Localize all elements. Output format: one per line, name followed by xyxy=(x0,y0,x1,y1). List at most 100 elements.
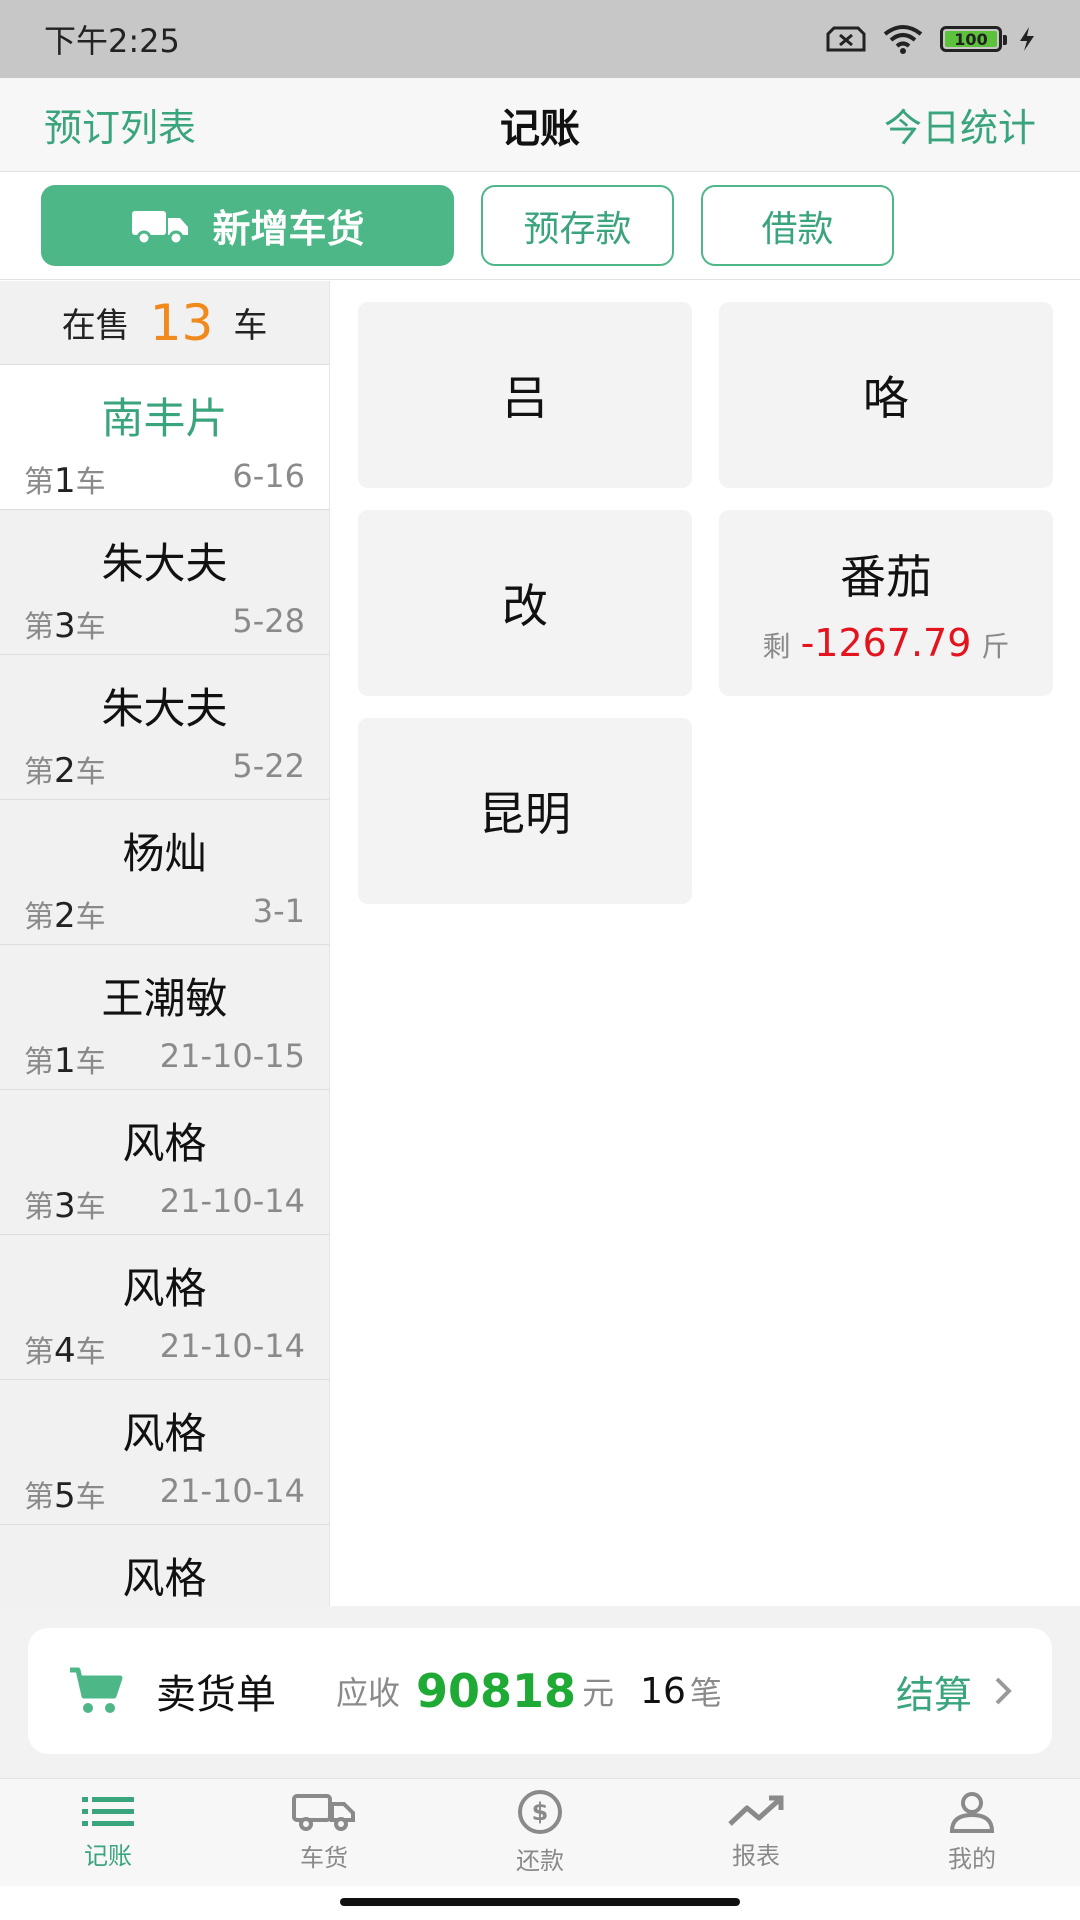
truck-list-item[interactable]: 风格 第4车 21-10-14 xyxy=(0,1235,329,1380)
remain-label: 剩 xyxy=(762,630,791,663)
truck-date: 3-1 xyxy=(252,892,305,930)
truck-number-suffix: 车 xyxy=(75,1335,106,1370)
truck-owner-name: 风格 xyxy=(122,1119,207,1168)
action-bar: 新增车货 预存款 借款 xyxy=(0,172,1080,280)
tab-label: 车货 xyxy=(300,1844,348,1872)
truck-number-suffix: 车 xyxy=(75,465,106,500)
remain-value: -1267.79 xyxy=(800,621,972,665)
truck-owner-name: 风格 xyxy=(122,1554,207,1603)
booking-list-link[interactable]: 预订列表 xyxy=(44,97,196,152)
truck-number-suffix: 车 xyxy=(75,1480,106,1515)
truck-list-item[interactable]: 王潮敏 第1车 21-10-15 xyxy=(0,945,329,1090)
loan-button[interactable]: 借款 xyxy=(701,185,894,266)
deposit-button[interactable]: 预存款 xyxy=(481,185,674,266)
product-name: 昆明 xyxy=(479,787,571,841)
home-indicator[interactable] xyxy=(340,1898,740,1906)
truck-number-prefix: 第 xyxy=(24,610,54,645)
truck-list-item[interactable]: 杨灿 第2车 3-1 xyxy=(0,800,329,945)
product-tile[interactable]: 咯 xyxy=(719,302,1053,488)
tab-repayment[interactable]: $ 还款 xyxy=(432,1779,648,1886)
tab-trucks[interactable]: 车货 xyxy=(216,1779,432,1886)
truck-number-suffix: 车 xyxy=(75,900,106,935)
truck-number-value: 5 xyxy=(54,1476,76,1516)
battery-icon: 100 xyxy=(940,26,1007,52)
settle-label: 结算 xyxy=(895,1672,972,1717)
truck-date: 21-10-15 xyxy=(159,1037,305,1075)
product-tile[interactable]: 吕 xyxy=(358,302,692,488)
charging-icon xyxy=(1020,27,1034,51)
truck-number-prefix: 第 xyxy=(24,1190,54,1225)
truck-number: 第2车 xyxy=(24,747,106,791)
trend-icon xyxy=(728,1795,784,1826)
on-sale-summary: 在售 13 车 xyxy=(0,281,329,365)
add-truck-button[interactable]: 新增车货 xyxy=(41,185,454,266)
truck-list-item[interactable]: 朱大夫 第2车 5-22 xyxy=(0,655,329,800)
tab-label: 报表 xyxy=(732,1842,780,1870)
truck-number-value: 1 xyxy=(54,1041,76,1081)
sales-order-card[interactable]: 卖货单 应收 90818 元 16 笔 结算 xyxy=(28,1628,1052,1754)
truck-number: 第1车 xyxy=(24,1037,106,1081)
on-sale-label: 在售 xyxy=(61,306,130,346)
status-icons: 100 xyxy=(826,24,1036,54)
truck-number-value: 2 xyxy=(54,896,76,936)
user-icon xyxy=(949,1792,995,1833)
today-stats-link[interactable]: 今日统计 xyxy=(884,97,1036,152)
on-sale-count: 13 xyxy=(149,293,214,352)
product-tile[interactable]: 番茄 剩 -1267.79 斤 xyxy=(719,510,1053,696)
tab-label: 记账 xyxy=(84,1842,132,1870)
truck-date: 6-16 xyxy=(232,457,305,495)
remain-unit: 斤 xyxy=(981,630,1010,663)
truck-number-value: 3 xyxy=(54,1186,76,1226)
truck-number-prefix: 第 xyxy=(24,900,54,935)
svg-text:$: $ xyxy=(532,1798,549,1826)
truck-number-prefix: 第 xyxy=(24,1480,54,1515)
truck-date: 21-10-14 xyxy=(159,1327,305,1365)
wifi-icon xyxy=(883,25,923,54)
truck-date: 5-22 xyxy=(232,747,305,785)
product-tile[interactable]: 改 xyxy=(358,510,692,696)
chevron-right-icon xyxy=(995,1677,1012,1705)
tab-label: 我的 xyxy=(948,1845,996,1873)
tab-bookkeeping[interactable]: 记账 xyxy=(0,1779,216,1886)
order-count-unit: 笔 xyxy=(689,1674,722,1712)
truck-number-suffix: 车 xyxy=(75,610,106,645)
product-name: 咯 xyxy=(863,371,909,425)
truck-number-value: 4 xyxy=(54,1331,76,1371)
nav-header: 记账 预订列表 今日统计 xyxy=(0,78,1080,172)
order-count: 16 xyxy=(640,1670,686,1712)
truck-number: 第2车 xyxy=(24,892,106,936)
truck-number: 第4车 xyxy=(24,1327,106,1371)
truck-number-value: 1 xyxy=(54,461,76,501)
product-name: 番茄 xyxy=(840,550,932,604)
truck-date: 5-28 xyxy=(232,602,305,640)
truck-list-item[interactable]: 风格 第5车 21-10-14 xyxy=(0,1380,329,1525)
no-sim-icon xyxy=(826,26,866,52)
dollar-icon: $ xyxy=(518,1790,562,1834)
truck-list-item[interactable]: 南丰片 第1车 6-16 xyxy=(0,365,329,510)
tab-bar: 记账 车货 $ 还款 报表 我的 xyxy=(0,1778,1080,1886)
receivable-amount: 90818 xyxy=(416,1664,577,1718)
truck-list-item[interactable]: 朱大夫 第3车 5-28 xyxy=(0,510,329,655)
tab-mine[interactable]: 我的 xyxy=(864,1779,1080,1886)
product-remaining: 剩 -1267.79 斤 xyxy=(763,621,1010,665)
settle-button[interactable]: 结算 xyxy=(896,1664,1012,1719)
product-tile[interactable]: 昆明 xyxy=(358,718,692,904)
truck-number-prefix: 第 xyxy=(24,1045,54,1080)
truck-number: 第3车 xyxy=(24,1182,106,1226)
truck-owner-name: 杨灿 xyxy=(122,829,207,878)
truck-number-prefix: 第 xyxy=(24,1335,54,1370)
truck-number: 第3车 xyxy=(24,602,106,646)
truck-number-suffix: 车 xyxy=(75,1190,106,1225)
amount-unit: 元 xyxy=(582,1674,615,1712)
truck-list-item[interactable]: 风格 第3车 21-10-14 xyxy=(0,1090,329,1235)
truck-number-suffix: 车 xyxy=(75,1045,106,1080)
truck-list-item[interactable]: 风格 xyxy=(0,1525,329,1606)
add-truck-label: 新增车货 xyxy=(212,207,365,251)
truck-icon xyxy=(132,210,189,245)
product-name: 吕 xyxy=(502,371,548,425)
truck-number: 第1车 xyxy=(24,457,106,501)
receivable-label: 应收 xyxy=(336,1674,401,1712)
status-time: 下午2:25 xyxy=(44,22,180,60)
tab-reports[interactable]: 报表 xyxy=(648,1779,864,1886)
truck-icon xyxy=(292,1794,355,1831)
